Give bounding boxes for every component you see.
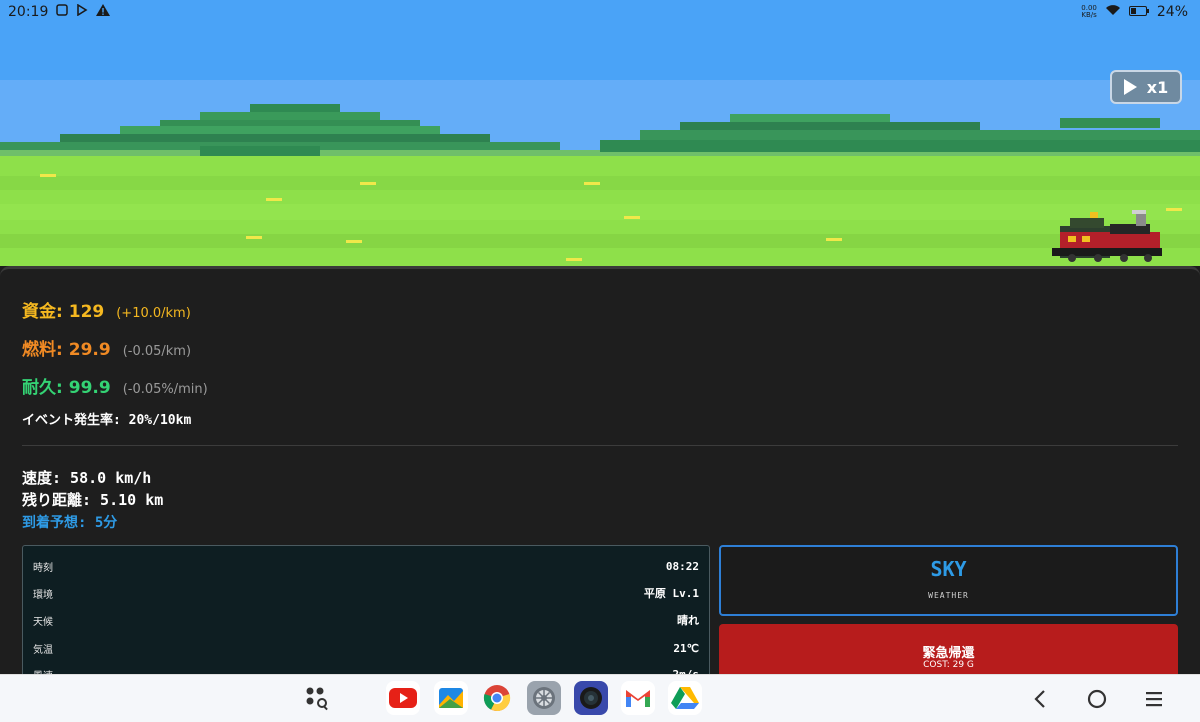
clock: 20:19 xyxy=(8,4,49,20)
remaining-distance: 残り距離: 5.10 km xyxy=(22,491,164,509)
wifi-icon xyxy=(1105,4,1121,20)
info-row-weather: 天候 晴れ xyxy=(33,610,699,630)
info-row-time: 時刻 08:22 xyxy=(33,556,699,576)
divider xyxy=(22,445,1178,446)
landscape xyxy=(0,26,1200,266)
fuel-row: 燃料: 29.9 (-0.05/km) xyxy=(22,335,191,360)
info-value: 21℃ xyxy=(673,641,699,655)
speed-readout: 速度: 58.0 km/h xyxy=(22,469,152,487)
event-rate: イベント発生率: 20%/10km xyxy=(22,413,192,428)
speed-label: x1 xyxy=(1146,77,1169,97)
funds-value: 129 xyxy=(68,302,105,322)
info-row-temperature: 気温 21℃ xyxy=(33,638,699,658)
info-value: 08:22 xyxy=(665,559,699,573)
battery-icon xyxy=(1128,4,1149,20)
eta: 到着予想: 5分 xyxy=(22,515,118,531)
home-button[interactable] xyxy=(1083,685,1111,713)
status-panel: 資金: 129 (+10.0/km) 燃料: 29.9 (-0.05/km) 耐… xyxy=(0,266,1200,685)
back-button[interactable] xyxy=(1026,685,1054,713)
play-store-icon xyxy=(76,3,88,20)
gmail-icon[interactable] xyxy=(621,681,655,715)
funds-row: 資金: 129 (+10.0/km) xyxy=(22,297,191,322)
files-icon[interactable] xyxy=(434,681,468,715)
battery-percent: 24% xyxy=(1156,4,1188,20)
weather-main: SKY xyxy=(930,557,967,581)
info-value: 平原 Lv.1 xyxy=(643,587,699,600)
emergency-title: 緊急帰還 xyxy=(922,646,975,661)
funds-rate: (+10.0/km) xyxy=(116,306,191,321)
durability-row: 耐久: 99.9 (-0.05%/min) xyxy=(22,373,208,398)
info-row-environment: 環境 平原 Lv.1 xyxy=(33,583,699,603)
emergency-cost: COST: 29 G xyxy=(923,660,974,670)
funds-label: 資金: xyxy=(22,302,63,322)
weather-card[interactable]: SKY WEATHER xyxy=(719,545,1178,616)
durability-label: 耐久: xyxy=(22,378,63,398)
net-speed-unit: KB/s xyxy=(1081,11,1097,19)
weather-label: WEATHER xyxy=(928,591,969,600)
info-value: 晴れ xyxy=(677,614,699,627)
durability-rate: (-0.05%/min) xyxy=(122,382,208,397)
info-key: 時刻 xyxy=(33,562,53,574)
navigation-bar xyxy=(0,674,1200,722)
fuel-rate: (-0.05/km) xyxy=(122,344,192,359)
info-table: 時刻 08:22 環境 平原 Lv.1 天候 晴れ 気温 21℃ 風速 2m/s xyxy=(22,545,710,685)
play-icon xyxy=(1123,79,1137,95)
durability-value: 99.9 xyxy=(68,378,111,398)
warning-icon xyxy=(96,4,111,20)
fuel-value: 29.9 xyxy=(68,340,111,360)
info-key: 天候 xyxy=(33,616,53,628)
network-speed: 0.00 KB/s xyxy=(1081,5,1097,19)
fuel-label: 燃料: xyxy=(22,340,63,360)
game-scene: x1 xyxy=(0,26,1200,266)
camera-icon[interactable] xyxy=(574,681,608,715)
speed-toggle-button[interactable]: x1 xyxy=(1110,70,1182,104)
info-key: 気温 xyxy=(33,644,53,656)
drive-icon[interactable] xyxy=(668,681,702,715)
chrome-icon[interactable] xyxy=(480,681,514,715)
screenshot-icon xyxy=(56,4,69,20)
status-bar: 20:19 0.00 KB/s 24% xyxy=(0,0,1200,26)
menu-button[interactable] xyxy=(1140,685,1168,713)
youtube-icon[interactable] xyxy=(386,681,420,715)
settings-icon[interactable] xyxy=(527,681,561,715)
info-key: 環境 xyxy=(33,589,53,601)
apps-search-icon[interactable] xyxy=(300,681,334,715)
